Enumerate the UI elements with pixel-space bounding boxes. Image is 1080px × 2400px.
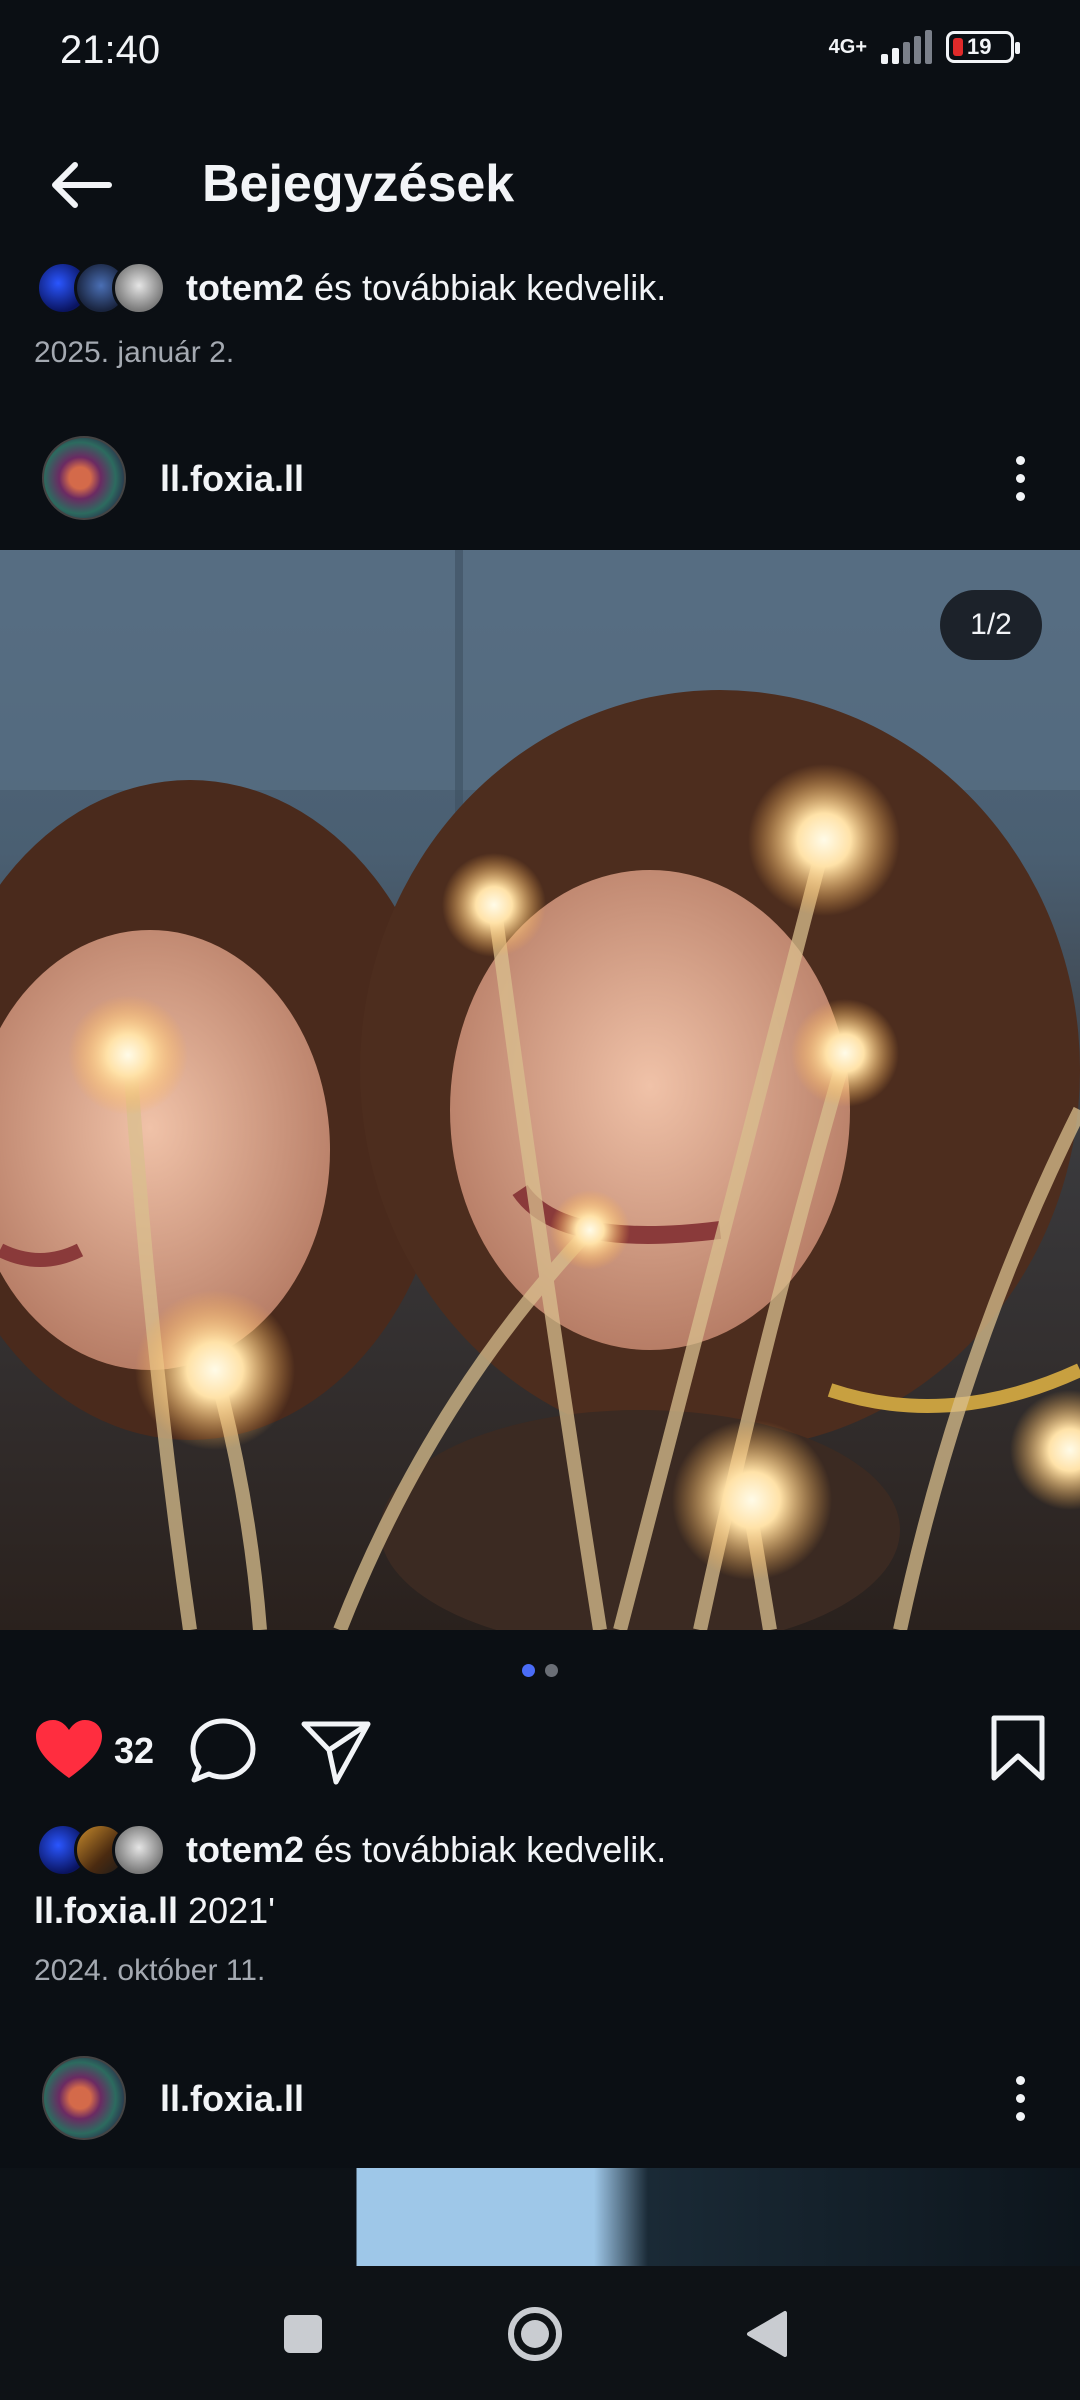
avatar <box>112 261 166 315</box>
status-bar: 21:40 4G+ 19 <box>0 0 1080 100</box>
system-nav-bar <box>0 2266 1080 2400</box>
liker-avatars <box>36 1823 166 1877</box>
battery-level: 19 <box>967 34 992 59</box>
share-button[interactable] <box>300 1716 372 1786</box>
avatar <box>112 1823 166 1877</box>
more-vertical-icon <box>1015 2075 1025 2085</box>
likes-summary: totem2 és továbbiak kedvelik. <box>186 267 667 308</box>
battery-icon: 19 <box>946 31 1020 63</box>
bookmark-icon <box>991 1715 1045 1781</box>
network-indicator: 4G+ <box>829 37 867 57</box>
more-options-button[interactable] <box>990 442 1050 514</box>
carousel-dot <box>545 1664 558 1677</box>
carousel-dot-active <box>522 1664 535 1677</box>
post-username[interactable]: ll.foxia.ll <box>160 458 304 500</box>
page-title: Bejegyzések <box>202 155 515 213</box>
caption-username[interactable]: ll.foxia.ll <box>34 1890 178 1931</box>
carousel-indicator <box>0 1664 1080 1677</box>
avatar[interactable] <box>42 2056 126 2140</box>
like-button[interactable] <box>34 1718 104 1782</box>
like-count[interactable]: 32 <box>114 1730 154 1772</box>
arrow-left-icon <box>52 162 112 208</box>
circle-icon <box>508 2307 562 2361</box>
post-actions: 32 <box>0 1710 1080 1790</box>
top-post-likes-row[interactable]: totem2 és továbbiak kedvelik. <box>36 258 666 318</box>
system-back-button[interactable] <box>722 2294 812 2374</box>
post-date: 2024. október 11. <box>34 1954 266 1987</box>
back-button[interactable] <box>40 150 120 220</box>
likes-summary: totem2 és továbbiak kedvelik. <box>186 1829 667 1870</box>
more-vertical-icon <box>1015 455 1025 465</box>
paper-plane-icon <box>301 1721 371 1785</box>
avatar[interactable] <box>42 436 126 520</box>
more-options-button[interactable] <box>990 2062 1050 2134</box>
post-header: ll.foxia.ll <box>0 428 1080 528</box>
home-button[interactable] <box>490 2294 580 2374</box>
liker-avatars <box>36 261 166 315</box>
comment-bubble-icon <box>190 1718 256 1783</box>
comment-button[interactable] <box>188 1716 258 1786</box>
header: Bejegyzések <box>0 140 1080 230</box>
image-counter: 1/2 <box>940 590 1042 660</box>
photo-artwork <box>0 550 1080 1630</box>
square-icon <box>284 2315 322 2353</box>
status-time: 21:40 <box>60 28 161 72</box>
save-button[interactable] <box>986 1714 1050 1784</box>
post-username[interactable]: ll.foxia.ll <box>160 2078 304 2120</box>
post-likes-row[interactable]: totem2 és továbbiak kedvelik. <box>36 1820 666 1880</box>
triangle-back-icon <box>747 2311 787 2357</box>
signal-icon <box>881 30 932 64</box>
post-date: 2025. január 2. <box>34 336 235 369</box>
heart-filled-icon <box>36 1720 102 1778</box>
status-icons: 4G+ 19 <box>829 30 1020 64</box>
next-post-header: ll.foxia.ll <box>0 2048 1080 2148</box>
post-image[interactable]: 1/2 <box>0 550 1080 1630</box>
next-post-image[interactable] <box>0 2168 1080 2268</box>
recents-button[interactable] <box>258 2294 348 2374</box>
network-type: 4G+ <box>828 36 867 58</box>
post-caption: ll.foxia.ll 2021' <box>34 1890 275 1932</box>
caption-text: 2021' <box>178 1890 276 1931</box>
